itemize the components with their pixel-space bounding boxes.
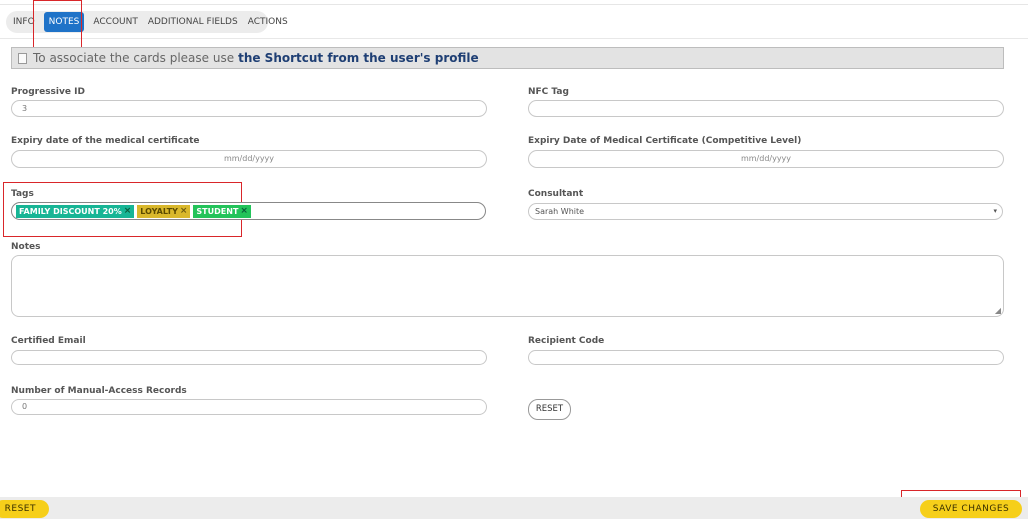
- chevron-down-icon: ▾: [993, 207, 997, 215]
- tag-chip-label: STUDENT: [196, 206, 239, 216]
- top-divider: [0, 4, 1028, 5]
- notes-label: Notes: [11, 242, 41, 252]
- tab-notes[interactable]: NOTES: [43, 12, 85, 32]
- profile-shortcut-link[interactable]: the Shortcut from the user's profile: [238, 51, 479, 65]
- nfc-tag-input[interactable]: [528, 100, 1004, 117]
- tag-chip-label: LOYALTY: [140, 206, 178, 216]
- tab-bar: INFO NOTES ACCOUNT ADDITIONAL FIELDS ACT…: [6, 11, 288, 33]
- save-changes-button[interactable]: SAVE CHANGES: [920, 500, 1022, 518]
- progressive-id-input[interactable]: 3: [11, 100, 487, 117]
- consultant-select[interactable]: Sarah White ▾: [528, 203, 1003, 220]
- certified-email-input[interactable]: [11, 350, 487, 365]
- notes-textarea[interactable]: ◢: [11, 255, 1004, 317]
- consultant-label: Consultant: [528, 189, 584, 199]
- card-association-notice: To associate the cards please use the Sh…: [11, 47, 1004, 69]
- footer-bar: [0, 497, 1028, 519]
- medical-expiry-date-input[interactable]: mm/dd/yyyy: [11, 150, 487, 168]
- resize-handle-icon[interactable]: ◢: [995, 306, 1001, 315]
- tags-label: Tags: [11, 189, 34, 199]
- tag-chip: FAMILY DISCOUNT 20% ×: [16, 204, 135, 218]
- medical-expiry-competitive-date-input[interactable]: mm/dd/yyyy: [528, 150, 1004, 168]
- tabs-divider: [0, 38, 1028, 39]
- medical-expiry-competitive-label: Expiry Date of Medical Certificate (Comp…: [528, 136, 802, 146]
- tab-actions[interactable]: ACTIONS: [243, 12, 293, 32]
- recipient-code-label: Recipient Code: [528, 336, 605, 346]
- medical-expiry-label: Expiry date of the medical certificate: [11, 136, 200, 146]
- tag-chip-label: FAMILY DISCOUNT 20%: [19, 206, 122, 216]
- tab-additional-fields[interactable]: ADDITIONAL FIELDS: [143, 12, 243, 32]
- remove-tag-icon[interactable]: ×: [240, 205, 248, 218]
- reset-manual-access-button[interactable]: RESET: [528, 399, 571, 420]
- nfc-tag-label: NFC Tag: [528, 87, 569, 97]
- remove-tag-icon[interactable]: ×: [180, 205, 188, 218]
- tab-account[interactable]: ACCOUNT: [88, 12, 142, 32]
- manual-access-label: Number of Manual-Access Records: [11, 386, 187, 396]
- recipient-code-input[interactable]: [528, 350, 1004, 365]
- manual-access-input[interactable]: 0: [11, 399, 487, 415]
- remove-tag-icon[interactable]: ×: [124, 205, 132, 218]
- tags-input[interactable]: FAMILY DISCOUNT 20% × LOYALTY × STUDENT …: [11, 202, 486, 220]
- progressive-id-label: Progressive ID: [11, 87, 85, 97]
- consultant-value: Sarah White: [535, 207, 585, 216]
- notice-text: To associate the cards please use: [33, 51, 235, 65]
- tab-info[interactable]: INFO: [8, 12, 40, 32]
- tag-chip: LOYALTY ×: [137, 204, 191, 218]
- document-icon: [18, 53, 27, 64]
- certified-email-label: Certified Email: [11, 336, 86, 346]
- reset-button[interactable]: RESET: [0, 500, 49, 518]
- tag-chip: STUDENT ×: [193, 204, 251, 218]
